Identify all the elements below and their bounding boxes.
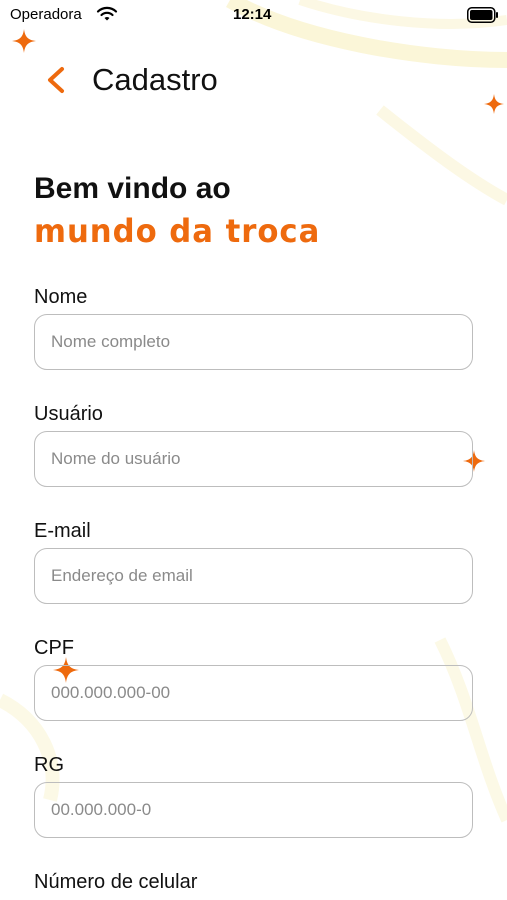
carrier-name: Operadora bbox=[10, 6, 82, 23]
status-bar: Operadora 12:14 bbox=[0, 0, 507, 32]
cpf-field[interactable] bbox=[34, 665, 473, 721]
back-chevron-icon[interactable] bbox=[44, 66, 68, 94]
brand-name: mundo da troca bbox=[34, 212, 321, 250]
phone-label: Número de celular bbox=[34, 871, 198, 893]
email-label: E-mail bbox=[34, 520, 91, 542]
name-label: Nome bbox=[34, 286, 88, 308]
rg-label: RG bbox=[34, 754, 64, 776]
cpf-label: CPF bbox=[34, 637, 74, 659]
battery-icon bbox=[467, 7, 498, 23]
name-field[interactable] bbox=[34, 314, 473, 370]
wifi-icon bbox=[96, 6, 118, 21]
email-field[interactable] bbox=[34, 548, 473, 604]
navigation-header: Cadastro bbox=[0, 58, 507, 102]
page-title: Cadastro bbox=[92, 62, 218, 97]
username-label: Usuário bbox=[34, 403, 103, 425]
username-field[interactable] bbox=[34, 431, 473, 487]
sparkle-icon bbox=[12, 29, 36, 53]
rg-field[interactable] bbox=[34, 782, 473, 838]
welcome-heading: Bem vindo ao bbox=[34, 172, 231, 205]
clock: 12:14 bbox=[233, 6, 272, 23]
